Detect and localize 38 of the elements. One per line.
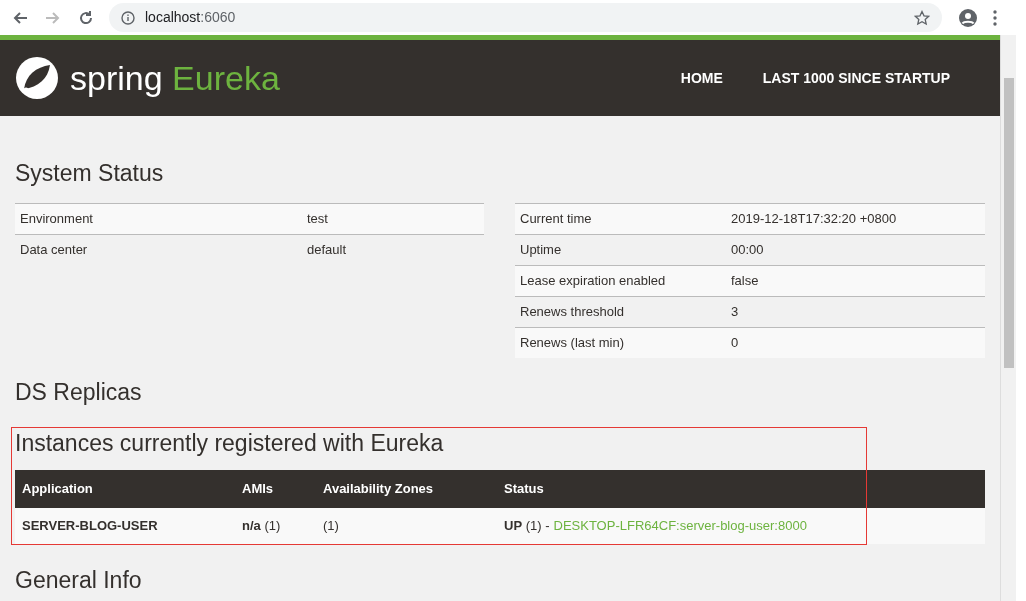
- nav-link[interactable]: LAST 1000 SINCE STARTUP: [762, 67, 950, 89]
- status-label: Data center: [19, 241, 89, 260]
- status-value: 0: [731, 334, 739, 353]
- spring-leaf-logo-icon: [14, 55, 60, 101]
- url-text: localhost:6060: [145, 8, 236, 27]
- status-label: Lease expiration enabled: [519, 272, 667, 291]
- status-value: false: [731, 272, 759, 291]
- status-label: Renews threshold: [519, 303, 626, 322]
- section-title: Instances currently registered with Eureka: [15, 429, 445, 458]
- back-icon[interactable]: [12, 9, 28, 26]
- status-label: Renews (last min): [519, 334, 626, 353]
- section-title: DS Replicas: [15, 378, 143, 407]
- column-header: Status: [503, 480, 545, 499]
- column-header: AMIs: [241, 480, 275, 499]
- table-cell-text: (1): [322, 517, 340, 536]
- status-value: 2019-12-18T17:32:20 +0800: [731, 210, 897, 229]
- table-cell-text: SERVER-BLOG-USER: [21, 517, 159, 536]
- table-cell-text: n/a (1): [241, 517, 282, 536]
- column-header: Availability Zones: [322, 480, 435, 499]
- star-icon[interactable]: [914, 9, 930, 26]
- status-value: test: [307, 210, 328, 229]
- status-label: Current time: [519, 210, 593, 229]
- menu-icon[interactable]: [993, 9, 997, 26]
- section-title: General Info: [15, 566, 143, 595]
- account-icon[interactable]: [958, 7, 978, 28]
- status-value: default: [307, 241, 347, 260]
- status-text: UP (1) -: [504, 517, 550, 536]
- address-bar[interactable]: localhost:6060: [109, 3, 942, 32]
- info-icon: [121, 10, 135, 25]
- section-title: System Status: [15, 159, 165, 188]
- logo-text: spring Eureka: [70, 57, 280, 99]
- status-value: 00:00: [731, 241, 764, 260]
- reload-icon[interactable]: [78, 9, 94, 26]
- column-header: Application: [21, 480, 94, 499]
- nav-link[interactable]: HOME: [680, 67, 723, 89]
- status-label: Environment: [19, 210, 94, 229]
- status-label: Uptime: [519, 241, 563, 260]
- status-value: 3: [731, 303, 739, 322]
